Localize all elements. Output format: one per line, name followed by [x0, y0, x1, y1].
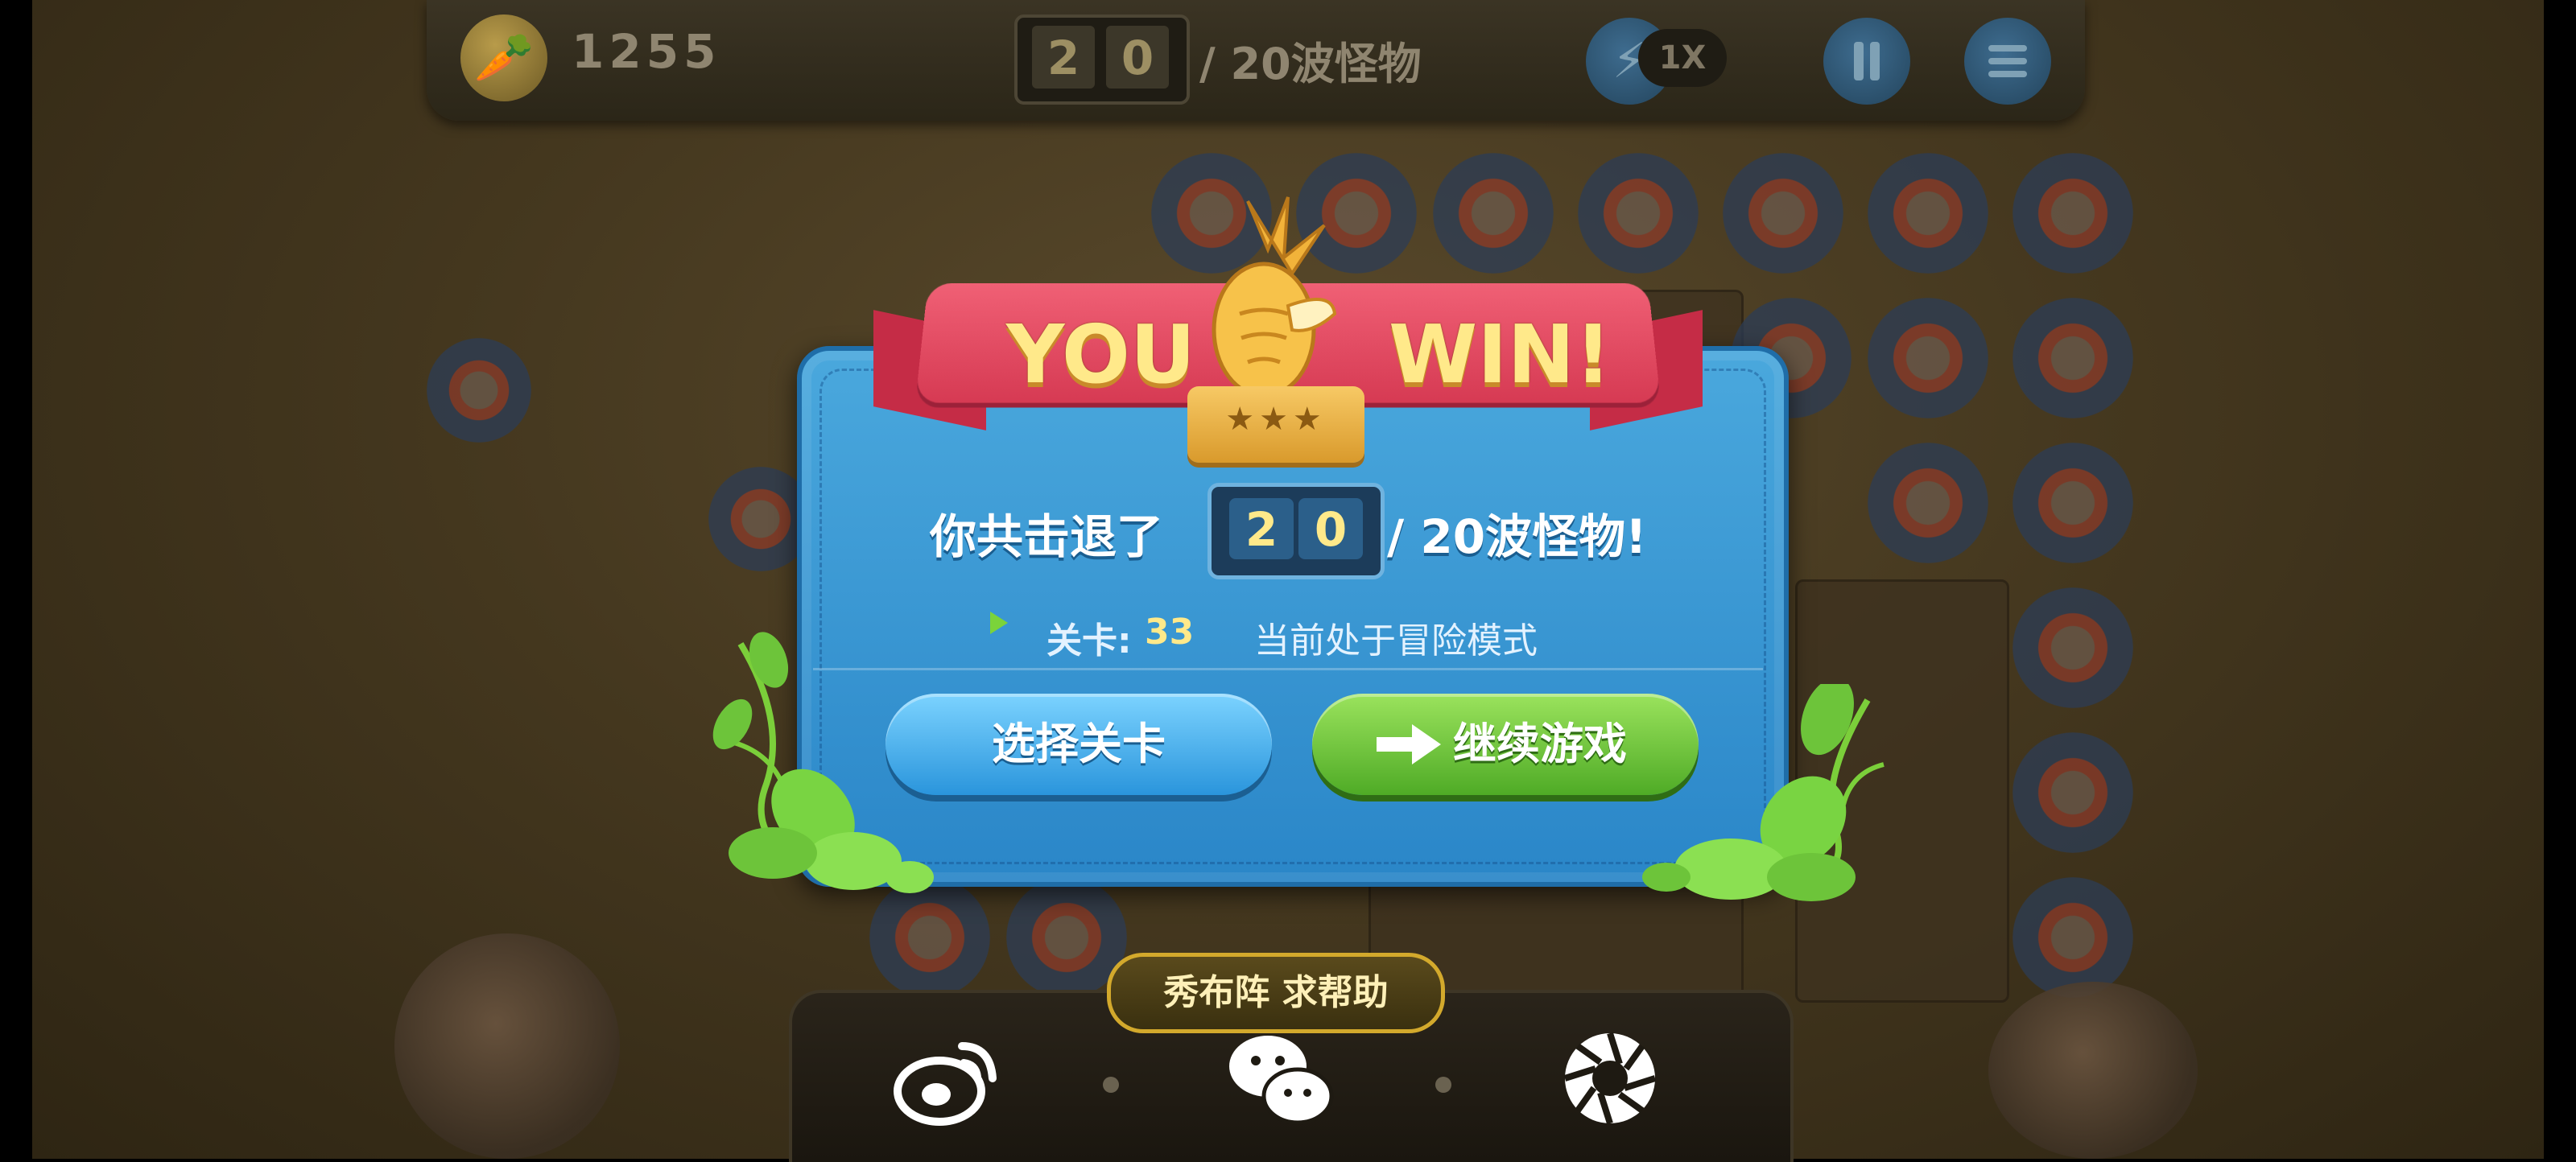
monster — [2013, 877, 2133, 998]
left-letterbox — [0, 0, 32, 1159]
share-tag: 秀布阵 求帮助 — [1107, 953, 1445, 1033]
leaf-vine-right — [1642, 684, 1885, 901]
wave-counter: 2 0 — [1014, 14, 1190, 105]
monster — [2013, 298, 2133, 418]
message-suffix: / 20波怪物! — [1387, 509, 1647, 564]
monster — [1868, 153, 1988, 274]
wave-total: / 20波怪物 — [1199, 39, 1422, 89]
monster — [1433, 153, 1554, 274]
result-message: 你共击退了 2 0 / 20波怪物! — [930, 483, 1703, 579]
tree-decoration — [394, 933, 620, 1159]
monster — [2013, 153, 2133, 274]
leaf-vine-left — [712, 632, 934, 893]
speed-toggle[interactable]: 1X — [1638, 29, 1727, 87]
tree-decoration — [1988, 982, 2198, 1159]
pause-icon — [1854, 42, 1880, 80]
wechat-icon[interactable] — [1224, 1022, 1336, 1135]
pause-button[interactable] — [1823, 18, 1910, 105]
separator-dot — [1435, 1077, 1451, 1093]
count-digit: 0 — [1298, 498, 1363, 559]
golden-carrot-icon — [1212, 196, 1336, 398]
waves-repelled-counter: 2 0 — [1208, 483, 1385, 579]
monster — [427, 338, 531, 443]
continue-label: 继续游戏 — [1453, 719, 1627, 769]
menu-icon — [1988, 45, 2027, 77]
wave-digit: 2 — [1032, 26, 1095, 89]
title-win: WIN! — [1389, 307, 1612, 402]
wave-digit: 0 — [1106, 26, 1169, 89]
monster — [2013, 732, 2133, 853]
message-prefix: 你共击退了 — [930, 509, 1164, 564]
menu-button[interactable] — [1964, 18, 2051, 105]
arrow-right-icon — [1377, 724, 1441, 764]
monster — [1868, 443, 1988, 563]
monster — [1868, 298, 1988, 418]
right-letterbox — [2544, 0, 2576, 1159]
weibo-icon[interactable] — [890, 1022, 1002, 1135]
top-hud: 🥕 1255 2 0 / 20波怪物 ⚡ 1X — [427, 0, 2085, 121]
panel-divider — [813, 668, 1763, 670]
trophy-stars: ★★★ — [1187, 386, 1364, 463]
play-arrow-icon — [990, 612, 1008, 634]
mode-text: 当前处于冒险模式 — [1254, 620, 1538, 661]
monster — [2013, 443, 2133, 563]
separator-dot — [1103, 1077, 1119, 1093]
gold-amount: 1255 — [572, 24, 721, 79]
level-info: 关卡: 33 当前处于冒险模式 — [990, 605, 1634, 661]
title-you: YOU — [1006, 307, 1196, 402]
carrot-coin-icon: 🥕 — [460, 14, 547, 101]
monster — [2013, 587, 2133, 708]
level-number: 33 — [1145, 612, 1195, 653]
continue-game-button[interactable]: 继续游戏 — [1312, 694, 1699, 795]
level-label: 关卡: — [1046, 620, 1132, 661]
camera-shutter-icon[interactable] — [1554, 1022, 1666, 1135]
count-digit: 2 — [1229, 498, 1294, 559]
monster — [1578, 153, 1699, 274]
monster — [1723, 153, 1843, 274]
